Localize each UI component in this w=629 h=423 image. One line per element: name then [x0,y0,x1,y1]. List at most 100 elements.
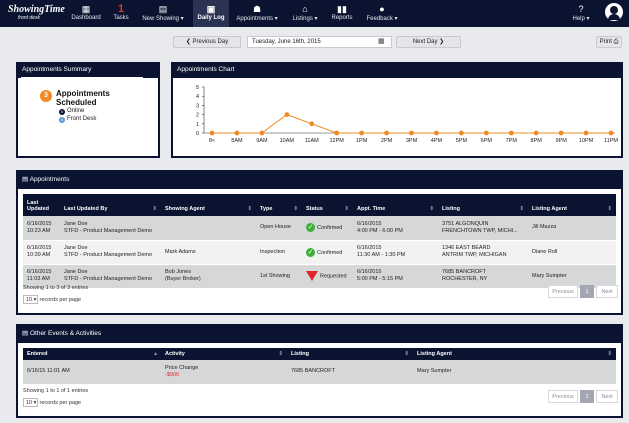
list-icon: ▤ [22,330,29,337]
listing-cell: 3751 ALGONQUIN FRENCHTOWN TWP, MICHI... [438,216,528,241]
next-page-button[interactable]: Next [596,390,618,403]
col-showing-agent[interactable]: Showing Agent ⇕ [161,194,256,216]
col-listing-agent[interactable]: Listing Agent ⇕ [413,348,616,360]
appointments-line-chart: 0 1 2 3 4 5 8< 8AM 9AM 10AM 11AM 12PM 1PM 2PM 3PM 4PM 5P… [196,85,618,144]
nav-daily-log[interactable]: ▣ Daily Log [193,0,229,27]
nav-tasks[interactable]: 1 Tasks [110,4,132,25]
appt-time-cell: 6/16/2015 4:00 PM - 6:00 PM [353,216,438,241]
page-1-button[interactable]: 1 [580,285,594,298]
next-day-button[interactable]: Next Day ❯ [396,36,461,48]
clipboard-icon: ▣ [206,4,216,14]
logo-text: ShowingTime [8,4,65,15]
listing-agent-cell: Mary Sumpter [413,360,616,385]
updated-by-cell-line2: STFD - Product Management Demo [64,276,153,282]
page-size-select[interactable]: 10 ▾ [23,295,38,304]
date-field[interactable]: Tuesday, June 16th, 2015 [247,36,392,48]
col-listing-agent[interactable]: Listing Agent ⇕ [528,194,616,216]
other-events-panel: ▤ Other Events & Activities Entered ▴ Act… [16,324,623,418]
col-last-updated-by[interactable]: Last Updated By ⇕ [60,194,161,216]
col-type[interactable]: Type ⇕ [256,194,302,216]
nav-feedback[interactable]: ● Feedback ▾ [362,4,402,25]
updated-by-cell: Jane Doe STFD - Product Management Demo [60,216,161,241]
showingtime-logo[interactable]: ShowingTime front desk [8,4,65,23]
entered-cell: 6/16/15 11:01 AM [23,360,161,385]
col-listing[interactable]: Listing ⇕ [287,348,413,360]
entries-info: Showing 1 to 1 of 1 entries [23,388,89,394]
column-label: Type [260,206,273,212]
previous-page-button[interactable]: Previous [548,390,578,403]
x-tick-label: 7PM [506,138,518,144]
print-button[interactable]: Print ⎙ [596,36,622,48]
nav-label: Dashboard [71,15,101,21]
nav-label: Tasks [113,15,129,21]
col-listing[interactable]: Listing ⇕ [438,194,528,216]
status-text: Confirmed [317,249,343,256]
data-point [558,130,564,136]
data-point [458,130,464,136]
check-circle-icon: ✓ [306,247,315,257]
listing-cell: 1346 EAST BEARD ANTRIM TWP, MICHIGAN [438,240,528,265]
data-point [608,130,614,136]
appt-time-cell: 6/16/2015 5:00 PM - 5:15 PM [353,264,438,289]
table-row[interactable]: 6/16/2015 10:39 AM Jane Doe STFD - Product … [23,240,616,265]
last-updated-cell-line2: 10:23 AM [27,227,51,234]
appointments-table: Last Updated Last Updated By ⇕ Showing Ag… [23,194,616,289]
nav-listings[interactable]: ⌂ Listings ▾ [288,4,322,25]
col-status[interactable]: Status ⇕ [302,194,353,216]
sort-icon: ⇕ [278,350,283,357]
data-point [359,130,365,136]
nav-label: Appointments ▾ [236,16,278,22]
page-size-label: records per page [39,297,82,303]
appointments-chart-panel: Appointments Chart 0 1 2 3 4 5 8< 8AM 9AM 10AM 11A… [171,62,623,158]
col-last-updated[interactable]: Last Updated [23,194,60,216]
printer-icon: ⎙ [611,39,619,45]
page-size-select[interactable]: 10 ▾ [23,398,38,407]
list-icon: ▤ [22,176,29,183]
status-cell: ✓ Confirmed [302,240,353,265]
data-point [309,121,315,127]
column-label: Last Updated By [64,206,108,212]
nav-dashboard[interactable]: ▦ Dashboard [68,4,104,25]
home-icon: ⌂ [302,4,308,14]
col-entered[interactable]: Entered ▴ [23,348,161,360]
x-tick-label: 9AM [256,138,268,144]
nav-label: Listings ▾ [292,16,318,22]
sort-icon: ⇕ [519,206,524,212]
previous-day-button[interactable]: ❮ Previous Day [173,36,241,48]
sort-icon: ▴ [154,350,157,357]
last-updated-cell: 6/16/2015 10:39 AM [23,240,60,265]
data-point [583,130,589,136]
showing-agent-cell: Mark Adams [161,240,256,265]
user-avatar[interactable] [605,3,623,21]
people-icon: ☗ [252,4,262,14]
page-size-value: 10 [26,297,33,303]
appt-time-cell-line1: 6/16/2015 [357,220,382,227]
legend-online: 0 Online [59,108,84,115]
col-activity[interactable]: Activity ⇕ [161,348,287,360]
x-tick-label: 8< [209,138,215,144]
appointments-panel: ▤ Appointments Last Updated Last Updated… [16,170,623,315]
table-row[interactable]: 6/16/2015 11:03 AM Jane Doe STFD - Product … [23,264,616,289]
nav-label: Feedback ▾ [366,16,398,22]
table-row[interactable]: 6/16/15 11:01 AM Price Change -$900 7685… [23,360,616,385]
nav-help[interactable]: ? Help ▾ [568,4,594,25]
col-appt-time[interactable]: Appt. Time ⇕ [353,194,438,216]
activity-text: Price Change [165,364,199,371]
nav-appointments[interactable]: ☗ Appointments ▾ [233,4,281,25]
price-change-amount: -$900 [165,371,180,378]
top-nav: ShowingTime front desk ▦ Dashboard 1 Tas… [0,0,629,27]
nav-new-showing[interactable]: ▤ New Showing ▾ [140,4,186,25]
page-1-button[interactable]: 1 [580,390,594,403]
activity-cell: Price Change -$900 [161,360,287,385]
next-page-button[interactable]: Next [596,285,618,298]
x-tick-label: 5PM [456,138,468,144]
appt-time-cell-line1: 6/16/2015 [357,245,382,251]
table-row[interactable]: 6/16/2015 10:23 AM Jane Doe STFD - Product … [23,216,616,241]
previous-page-button[interactable]: Previous [548,285,578,298]
x-tick-label: 12PM [330,138,345,144]
online-count: 0 [59,109,65,115]
updated-by-cell-line2: STFD - Product Management Demo [64,252,153,258]
nav-reports[interactable]: ▮▮ Reports [328,4,356,25]
calendar-icon: ▤ [158,4,168,14]
calendar-icon[interactable]: ▦ [378,37,385,45]
